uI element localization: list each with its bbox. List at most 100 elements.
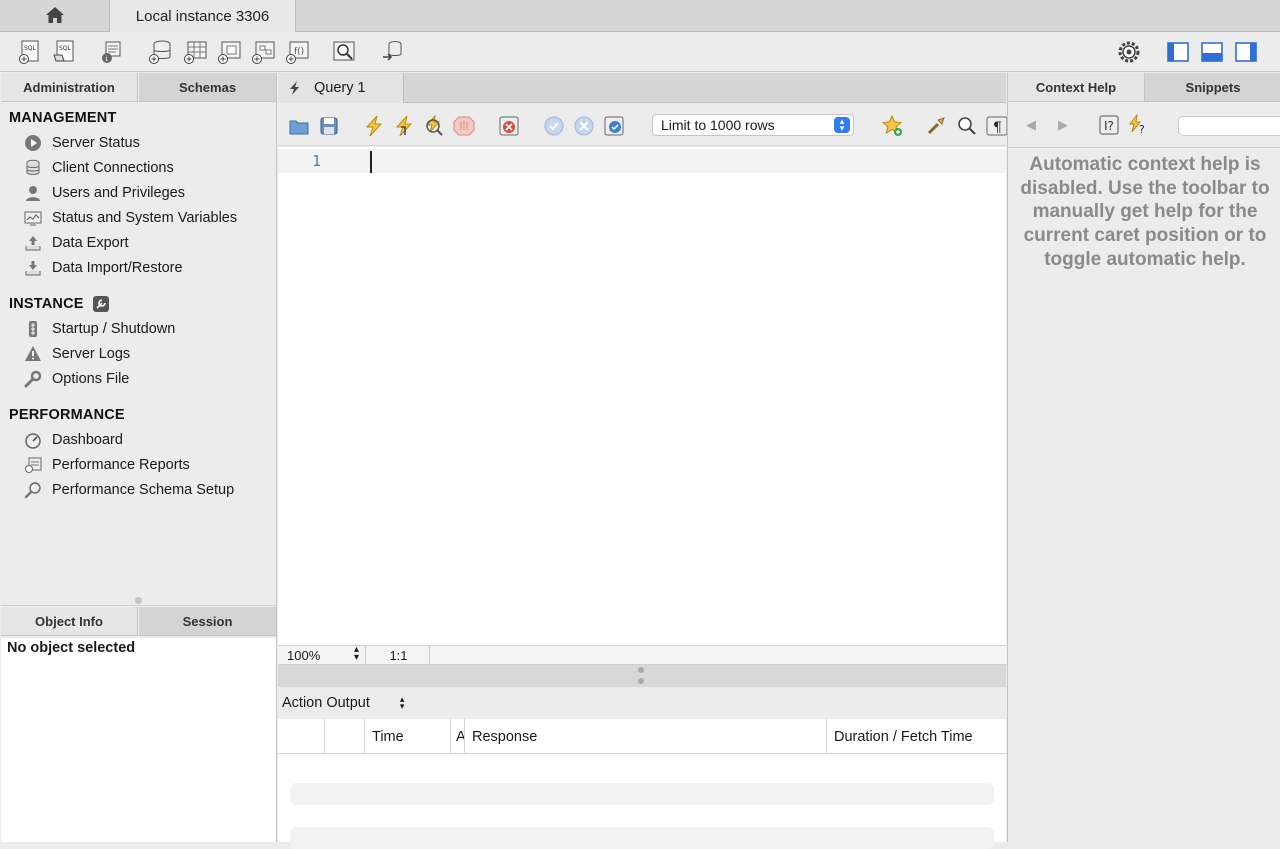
action-output-table: Time A Response Duration / Fetch Time [278, 719, 1006, 849]
save-icon[interactable] [316, 113, 342, 139]
svg-text:¶: ¶ [993, 120, 1002, 136]
tab-administration[interactable]: Administration [1, 73, 138, 102]
column-duration[interactable]: Duration / Fetch Time [827, 719, 1006, 754]
sidebar-item-data-import[interactable]: Data Import/Restore [22, 256, 183, 280]
open-folder-icon[interactable] [286, 113, 312, 139]
sidebar-item-options-file[interactable]: Options File [22, 367, 129, 391]
column-time-label: Time [372, 728, 404, 745]
tab-snippets[interactable]: Snippets [1145, 73, 1280, 102]
autocommit-icon[interactable] [601, 113, 627, 139]
column-action[interactable]: A [451, 719, 465, 754]
reconnect-icon[interactable] [378, 37, 408, 67]
forward-arrow-icon[interactable]: ▶ [1058, 117, 1068, 133]
create-table-icon[interactable] [180, 37, 210, 67]
output-type-value: Action Output [282, 695, 370, 711]
output-header: Action Output ▴ ▾ [278, 687, 1006, 719]
sidebar-item-server-status[interactable]: Server Status [22, 131, 140, 155]
beautify-icon[interactable] [924, 113, 950, 139]
sidebar-item-data-export[interactable]: Data Export [22, 231, 129, 255]
sidebar-item-client-connections[interactable]: Client Connections [22, 156, 174, 180]
chevron-updown-icon: ▴ ▾ [353, 644, 359, 663]
auto-help-icon[interactable]: ? [1128, 113, 1152, 139]
inspector-icon[interactable]: i [96, 37, 126, 67]
create-view-icon[interactable] [214, 37, 244, 67]
rollback-icon[interactable] [571, 113, 597, 139]
main-toolbar: SQL SQL i f() [0, 32, 1280, 72]
sidebar-item-performance-reports[interactable]: Performance Reports [22, 453, 190, 477]
tab-context-help[interactable]: Context Help [1008, 73, 1145, 102]
text-caret [370, 151, 372, 173]
sidebar-item-label: Server Logs [52, 346, 131, 362]
execute-current-icon[interactable] [391, 113, 417, 139]
add-snippet-icon[interactable] [880, 113, 906, 139]
create-schema-icon[interactable] [145, 37, 175, 67]
limit-rows-select[interactable]: Limit to 1000 rows ▴ ▾ [652, 114, 854, 136]
sidebar-item-label: Users and Privileges [52, 185, 185, 201]
find-icon[interactable] [954, 113, 980, 139]
zoom-select[interactable]: 100% ▴ ▾ [278, 644, 366, 664]
sidebar-item-performance-schema-setup[interactable]: Performance Schema Setup [22, 478, 234, 502]
object-info-text: No object selected [7, 640, 136, 656]
stop-icon[interactable] [451, 113, 477, 139]
database-icon [22, 158, 44, 178]
explain-icon[interactable] [421, 113, 447, 139]
execute-icon[interactable] [361, 113, 387, 139]
monitor-chart-icon [22, 208, 44, 228]
commit-icon[interactable] [541, 113, 567, 139]
query-tab-bar: Query 1 [278, 73, 1006, 103]
output-splitter[interactable] [278, 665, 1006, 687]
create-function-icon[interactable]: f() [282, 37, 312, 67]
tab-session[interactable]: Session [139, 607, 276, 636]
object-info-panel: No object selected [1, 638, 276, 842]
empty-row [290, 827, 994, 849]
home-tab[interactable] [0, 0, 110, 32]
line-number: 1 [312, 152, 322, 170]
help-search-input[interactable] [1178, 116, 1280, 136]
sidebar-item-server-logs[interactable]: Server Logs [22, 342, 130, 366]
svg-text:?: ? [1139, 123, 1145, 136]
toggle-error-continue-icon[interactable] [496, 113, 522, 139]
sidebar-item-label: Options File [52, 371, 130, 387]
editor-status-bar: 100% ▴ ▾ 1:1 [278, 645, 1006, 665]
svg-text:f(): f() [294, 47, 304, 57]
svg-text:SQL: SQL [59, 45, 72, 52]
sidebar-item-status-variables[interactable]: Status and System Variables [22, 206, 237, 230]
sidebar-item-startup-shutdown[interactable]: Startup / Shutdown [22, 317, 175, 341]
gear-icon[interactable] [1114, 37, 1144, 67]
empty-row [290, 783, 994, 805]
chevron-updown-icon: ▴ ▾ [834, 117, 850, 133]
sidebar-item-label: Status and System Variables [52, 210, 238, 226]
connection-tab-strip: Local instance 3306 [0, 0, 1280, 32]
create-procedure-icon[interactable] [248, 37, 278, 67]
manual-help-icon[interactable]: I? [1098, 114, 1120, 139]
column-status[interactable] [278, 719, 325, 754]
tab-schemas[interactable]: Schemas [139, 73, 276, 102]
wrench-icon [22, 369, 44, 389]
sidebar-splitter-handle[interactable] [135, 597, 142, 604]
sidebar-item-dashboard[interactable]: Dashboard [22, 428, 123, 452]
sidebar-item-label: Client Connections [52, 160, 174, 176]
open-sql-script-icon[interactable]: SQL [49, 37, 79, 67]
tab-object-info[interactable]: Object Info [1, 607, 138, 636]
search-table-data-icon[interactable] [329, 37, 359, 67]
output-type-select[interactable]: Action Output ▴ ▾ [282, 695, 404, 712]
column-index[interactable] [325, 719, 365, 754]
warning-icon [22, 344, 44, 364]
column-response[interactable]: Response [465, 719, 827, 754]
sidebar-item-users-privileges[interactable]: Users and Privileges [22, 181, 185, 205]
toggle-output-icon[interactable] [1197, 37, 1227, 67]
column-action-label: A [456, 728, 465, 745]
import-icon [22, 258, 44, 278]
context-help-toolbar: ◀ ▶ I? ? [1008, 104, 1280, 148]
export-icon [22, 233, 44, 253]
sidebar-item-label: Performance Reports [52, 457, 190, 473]
connection-tab[interactable]: Local instance 3306 [110, 0, 296, 32]
sql-editor[interactable]: 1 [278, 147, 1006, 645]
back-arrow-icon[interactable]: ◀ [1026, 117, 1036, 133]
new-sql-tab-icon[interactable]: SQL [15, 37, 45, 67]
query-tab[interactable]: Query 1 [278, 73, 404, 103]
column-time[interactable]: Time [365, 719, 451, 754]
toggle-secondary-sidebar-icon[interactable] [1231, 37, 1261, 67]
column-response-label: Response [472, 728, 538, 745]
toggle-sidebar-icon[interactable] [1163, 37, 1193, 67]
